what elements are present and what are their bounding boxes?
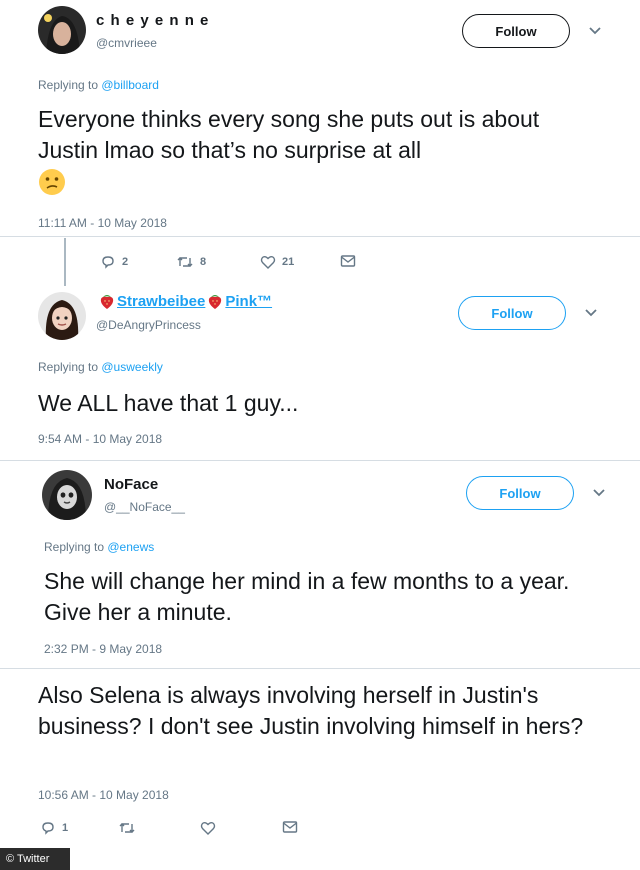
retweet-icon [177,257,193,267]
tweet-text: Also Selena is always involving herself … [38,682,584,739]
retweet-count: 8 [200,256,207,268]
chevron-down-icon[interactable] [588,26,602,36]
reply-action[interactable]: 2 [100,254,128,270]
display-name[interactable]: Strawbeibee Pink™ [98,292,272,310]
display-name-text: Strawbeibee [117,292,206,310]
reply-icon [42,822,54,835]
replying-to-link[interactable]: @usweekly [101,360,163,374]
confused-face-icon [38,168,66,196]
avatar[interactable] [38,292,86,340]
timestamp[interactable]: 11:11 AM - 10 May 2018 [38,216,167,230]
tweet-cheyenne: c h e y e n n e @cmvrieee Follow Replyin… [0,0,640,240]
heart-icon [260,256,276,269]
avatar[interactable] [42,470,92,520]
replying-to-link[interactable]: @billboard [101,78,159,92]
chevron-down-icon[interactable] [592,488,606,498]
like-action[interactable]: 21 [260,254,294,270]
retweet-action[interactable] [118,820,142,836]
divider [0,460,640,461]
message-action[interactable] [282,820,304,834]
handle[interactable]: @__NoFace__ [104,500,185,514]
replying-to: Replying to @usweekly [38,360,163,374]
reply-action[interactable]: 1 [40,820,68,836]
handle[interactable]: @DeAngryPrincess [96,318,201,332]
divider [0,236,640,237]
divider [0,668,640,669]
like-action[interactable] [200,820,222,836]
twitter-watermark: © Twitter [0,848,70,870]
tweet-noface: NoFace @__NoFace__ Follow Replying to @e… [0,462,640,668]
chevron-down-icon[interactable] [584,308,598,318]
tweet-strawbeibee: Strawbeibee Pink™ @DeAngryPrincess Follo… [0,284,640,460]
tweet-text: Everyone thinks every song she puts out … [38,106,540,163]
envelope-icon [282,821,298,833]
timestamp[interactable]: 10:56 AM - 10 May 2018 [38,788,169,802]
follow-button[interactable]: Follow [466,476,574,510]
replying-to: Replying to @billboard [38,78,159,92]
message-action[interactable] [340,254,362,268]
avatar[interactable] [38,6,86,54]
timestamp[interactable]: 2:32 PM - 9 May 2018 [44,642,162,656]
follow-button[interactable]: Follow [458,296,566,330]
strawberry-icon [100,295,114,309]
like-count: 21 [282,256,295,268]
follow-button[interactable]: Follow [462,14,570,48]
strawberry-icon [209,295,222,309]
reply-icon [102,256,114,269]
reply-count: 1 [62,822,69,834]
retweet-action[interactable]: 8 [176,254,206,270]
reply-count: 2 [122,256,129,268]
handle[interactable]: @cmvrieee [96,36,157,50]
display-name[interactable]: c h e y e n n e [96,12,209,29]
retweet-icon [119,823,135,833]
replying-to-link[interactable]: @enews [107,540,154,554]
heart-icon [200,822,216,835]
timestamp[interactable]: 9:54 AM - 10 May 2018 [38,432,162,446]
replying-to: Replying to @enews [44,540,155,554]
envelope-icon [340,255,356,267]
tweet-text: She will change her mind in a few months… [44,568,570,625]
tweet-selena-reply: Also Selena is always involving herself … [0,670,640,848]
display-name-suffix: Pink™ [225,292,273,310]
display-name[interactable]: NoFace [104,476,158,493]
thread-line [64,238,66,286]
tweet-text: We ALL have that 1 guy... [38,390,299,416]
